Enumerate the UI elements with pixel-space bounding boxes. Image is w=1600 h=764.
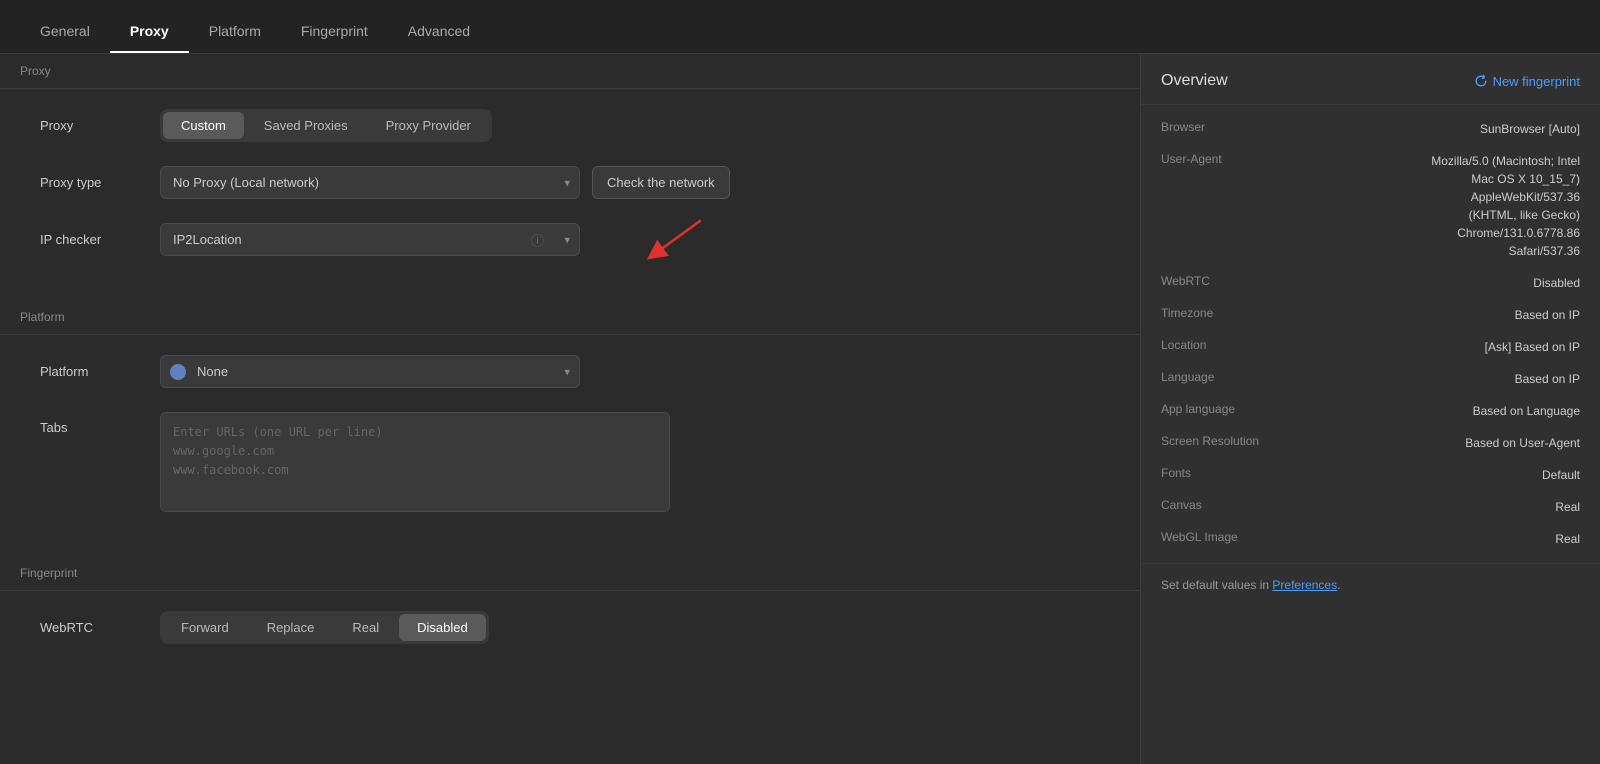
overview-row-screenres: Screen Resolution Based on User-Agent (1141, 427, 1600, 459)
tab-general[interactable]: General (20, 9, 110, 53)
overview-val-language: Based on IP (1515, 370, 1580, 388)
overview-key-webglimage: WebGL Image (1161, 530, 1281, 544)
overview-key-browser: Browser (1161, 120, 1281, 134)
platform-dropdown[interactable]: None (160, 355, 580, 388)
platform-row: Platform None ▾ (40, 355, 1100, 388)
webrtc-subtab-real[interactable]: Real (334, 614, 397, 641)
proxy-subtab-custom[interactable]: Custom (163, 112, 244, 139)
overview-key-location: Location (1161, 338, 1281, 352)
overview-row-fonts: Fonts Default (1141, 459, 1600, 491)
overview-row-location: Location [Ask] Based on IP (1141, 331, 1600, 363)
overview-key-canvas: Canvas (1161, 498, 1281, 512)
proxy-type-label: Proxy type (40, 175, 160, 190)
overview-row-webglimage: WebGL Image Real (1141, 523, 1600, 555)
overview-row-canvas: Canvas Real (1141, 491, 1600, 523)
left-content: Proxy Proxy Custom Saved Proxies Proxy P… (0, 54, 1140, 764)
fingerprint-form-area: WebRTC Forward Replace Real Disabled (0, 591, 1140, 688)
overview-val-setdefault: Set default values in Preferences. (1161, 576, 1340, 594)
overview-row-timezone: Timezone Based on IP (1141, 299, 1600, 331)
ip-checker-dropdown-wrapper: IP2Location ⓘ ▾ (160, 223, 580, 256)
overview-row-useragent: User-Agent Mozilla/5.0 (Macintosh; Intel… (1141, 145, 1600, 267)
proxy-type-row: Proxy type No Proxy (Local network) ▾ Ch… (40, 166, 1100, 199)
proxy-subtabs: Custom Saved Proxies Proxy Provider (160, 109, 492, 142)
overview-val-screenres: Based on User-Agent (1465, 434, 1580, 452)
overview-key-applanguage: App language (1161, 402, 1281, 416)
ip-checker-dropdown[interactable]: IP2Location (160, 223, 580, 256)
platform-form-area: Platform None ▾ Tabs (0, 335, 1140, 556)
main-layout: Proxy Proxy Custom Saved Proxies Proxy P… (0, 54, 1600, 764)
platform-section-header: Platform (0, 300, 1140, 335)
tabs-label: Tabs (40, 412, 160, 435)
overview-row-browser: Browser SunBrowser [Auto] (1141, 113, 1600, 145)
overview-val-browser: SunBrowser [Auto] (1480, 120, 1580, 138)
tabs-textarea[interactable] (160, 412, 670, 512)
overview-row-webrtc: WebRTC Disabled (1141, 267, 1600, 299)
refresh-icon (1474, 74, 1488, 88)
overview-key-fonts: Fonts (1161, 466, 1281, 480)
tab-proxy[interactable]: Proxy (110, 9, 189, 53)
tab-fingerprint[interactable]: Fingerprint (281, 9, 388, 53)
tab-advanced[interactable]: Advanced (388, 9, 490, 53)
webrtc-label: WebRTC (40, 620, 160, 635)
webrtc-row: WebRTC Forward Replace Real Disabled (40, 611, 1100, 644)
proxy-form-area: Proxy Custom Saved Proxies Proxy Provide… (0, 89, 1140, 300)
overview-val-canvas: Real (1555, 498, 1580, 516)
proxy-type-dropdown[interactable]: No Proxy (Local network) (160, 166, 580, 199)
webrtc-subtabs: Forward Replace Real Disabled (160, 611, 489, 644)
webrtc-subtab-forward[interactable]: Forward (163, 614, 247, 641)
overview-key-screenres: Screen Resolution (1161, 434, 1281, 448)
ip-checker-row: IP checker IP2Location ⓘ ▾ (40, 223, 1100, 256)
overview-val-applanguage: Based on Language (1473, 402, 1580, 420)
right-panel: Overview New fingerprint Browser SunBrow… (1140, 54, 1600, 764)
overview-row-language: Language Based on IP (1141, 363, 1600, 395)
preferences-link[interactable]: Preferences (1272, 578, 1337, 592)
proxy-section-header: Proxy (0, 54, 1140, 89)
overview-rows: Browser SunBrowser [Auto] User-Agent Moz… (1141, 105, 1600, 609)
overview-val-webrtc: Disabled (1533, 274, 1580, 292)
overview-header: Overview New fingerprint (1141, 54, 1600, 105)
proxy-type-dropdown-wrapper: No Proxy (Local network) ▾ Check the net… (160, 166, 730, 199)
platform-label: Platform (40, 364, 160, 379)
overview-title: Overview (1161, 72, 1228, 90)
tabs-row: Tabs (40, 412, 1100, 512)
webrtc-subtab-replace[interactable]: Replace (249, 614, 333, 641)
proxy-label: Proxy (40, 118, 160, 133)
tab-platform[interactable]: Platform (189, 9, 281, 53)
check-network-button[interactable]: Check the network (592, 166, 730, 199)
overview-val-fonts: Default (1542, 466, 1580, 484)
overview-val-webglimage: Real (1555, 530, 1580, 548)
overview-key-timezone: Timezone (1161, 306, 1281, 320)
proxy-subtabs-row: Proxy Custom Saved Proxies Proxy Provide… (40, 109, 1100, 142)
new-fingerprint-button[interactable]: New fingerprint (1474, 74, 1580, 89)
overview-row-applanguage: App language Based on Language (1141, 395, 1600, 427)
overview-key-webrtc: WebRTC (1161, 274, 1281, 288)
overview-key-language: Language (1161, 370, 1281, 384)
overview-val-useragent: Mozilla/5.0 (Macintosh; Intel Mac OS X 1… (1431, 152, 1580, 260)
overview-key-useragent: User-Agent (1161, 152, 1281, 166)
fingerprint-section-header: Fingerprint (0, 556, 1140, 591)
overview-val-location: [Ask] Based on IP (1485, 338, 1580, 356)
proxy-subtab-saved[interactable]: Saved Proxies (246, 112, 366, 139)
proxy-subtab-provider[interactable]: Proxy Provider (368, 112, 489, 139)
top-nav: General Proxy Platform Fingerprint Advan… (0, 0, 1600, 54)
webrtc-subtab-disabled[interactable]: Disabled (399, 614, 486, 641)
ip-checker-label: IP checker (40, 232, 160, 247)
platform-select-wrapper: None ▾ (160, 355, 580, 388)
overview-row-setdefault: Set default values in Preferences. (1141, 563, 1600, 601)
overview-val-timezone: Based on IP (1515, 306, 1580, 324)
